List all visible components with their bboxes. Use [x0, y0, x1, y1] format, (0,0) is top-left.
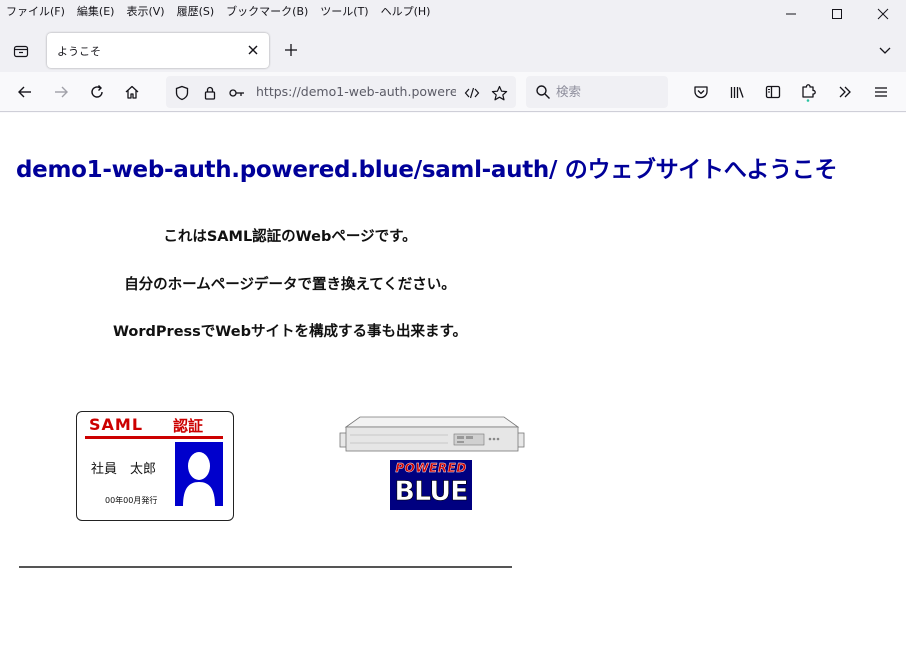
app-menu-button[interactable]	[869, 80, 893, 104]
reload-icon	[91, 85, 103, 98]
url-text[interactable]: https://demo1-web-auth.powered.blue/saml…	[256, 84, 456, 100]
navigation-bar: https://demo1-web-auth.powered.blue/saml…	[0, 72, 906, 112]
double-chevron-right-icon	[839, 86, 851, 98]
saml-id-card-image: SAML 認証 社員 太郎 00年00月発行	[76, 411, 234, 521]
logo-powered-text: POWERED	[395, 461, 467, 475]
horizontal-rule	[19, 566, 512, 568]
list-all-tabs-button[interactable]	[876, 41, 894, 59]
key-icon	[229, 89, 244, 97]
menu-view[interactable]: 表示(V)	[120, 3, 170, 19]
more-tools-button[interactable]	[833, 80, 857, 104]
intro-line-1: これはSAML認証のWebページです。	[163, 229, 417, 245]
home-button[interactable]	[119, 80, 145, 104]
tab-list-button[interactable]	[8, 38, 34, 64]
chevron-down-icon	[879, 47, 891, 54]
card-cert-label: 認証	[173, 417, 204, 435]
lock-icon	[204, 86, 216, 100]
sidebar-icon	[765, 85, 781, 99]
pocket-icon	[694, 86, 708, 99]
tab-list-icon	[13, 45, 29, 58]
close-icon	[248, 45, 258, 55]
star-icon	[491, 85, 507, 100]
minimize-icon	[786, 13, 796, 15]
card-name: 社員 太郎	[91, 462, 157, 477]
rack-server-image	[338, 413, 526, 453]
tab-strip: ようこそ	[0, 22, 906, 72]
intro-line-2: 自分のホームページデータで置き換えてください。	[124, 277, 456, 293]
home-icon	[125, 85, 139, 99]
url-bar[interactable]: https://demo1-web-auth.powered.blue/saml…	[166, 76, 516, 108]
tab-close-button[interactable]	[245, 42, 261, 58]
menu-bookmarks[interactable]: ブックマーク(B)	[220, 3, 314, 19]
hamburger-icon	[875, 87, 887, 97]
person-silhouette-icon	[183, 452, 215, 506]
library-icon	[730, 87, 744, 98]
arrow-right-icon	[55, 86, 68, 98]
logo-blue-text: BLUE	[394, 476, 469, 507]
search-input[interactable]	[556, 84, 656, 99]
plus-icon	[285, 44, 297, 56]
site-info-button[interactable]	[201, 84, 219, 102]
reader-view-button[interactable]	[463, 84, 481, 102]
card-photo	[175, 442, 223, 506]
menu-history[interactable]: 履歴(S)	[171, 3, 221, 19]
card-issue-date: 00年00月発行	[105, 496, 158, 505]
page-title: demo1-web-auth.powered.blue/saml-auth/ の…	[16, 157, 838, 183]
pocket-button[interactable]	[689, 80, 713, 104]
arrow-left-icon	[18, 86, 31, 98]
search-icon	[536, 85, 550, 99]
shield-icon	[175, 85, 189, 101]
menu-help[interactable]: ヘルプ(H)	[375, 3, 437, 19]
tab-title: ようこそ	[57, 44, 101, 58]
reload-button[interactable]	[84, 80, 110, 104]
bookmark-star-button[interactable]	[490, 84, 508, 102]
extensions-button[interactable]	[797, 80, 821, 104]
close-icon	[877, 8, 889, 20]
intro-line-3: WordPressでWebサイトを構成する事も出来ます。	[112, 324, 468, 340]
page-content: demo1-web-auth.powered.blue/saml-auth/ の…	[0, 113, 906, 646]
menu-tools[interactable]: ツール(T)	[314, 3, 374, 19]
menu-file[interactable]: ファイル(F)	[0, 3, 71, 19]
library-button[interactable]	[725, 80, 749, 104]
puzzle-icon	[802, 84, 816, 102]
sidebar-button[interactable]	[761, 80, 785, 104]
permissions-button[interactable]	[228, 84, 246, 102]
card-divider	[85, 436, 223, 439]
server-appliance-icon	[339, 416, 525, 452]
code-icon	[464, 87, 480, 99]
new-tab-button[interactable]	[280, 39, 302, 61]
maximize-icon	[832, 9, 842, 19]
menu-edit[interactable]: 編集(E)	[71, 3, 121, 19]
search-box[interactable]	[526, 76, 668, 108]
tracking-protection-button[interactable]	[173, 84, 191, 102]
back-button[interactable]	[12, 80, 38, 104]
forward-button[interactable]	[48, 80, 74, 104]
card-saml-label: SAML	[89, 415, 144, 434]
tab-welcome[interactable]: ようこそ	[47, 33, 269, 68]
powered-blue-logo: POWERED BLUE	[390, 460, 472, 510]
